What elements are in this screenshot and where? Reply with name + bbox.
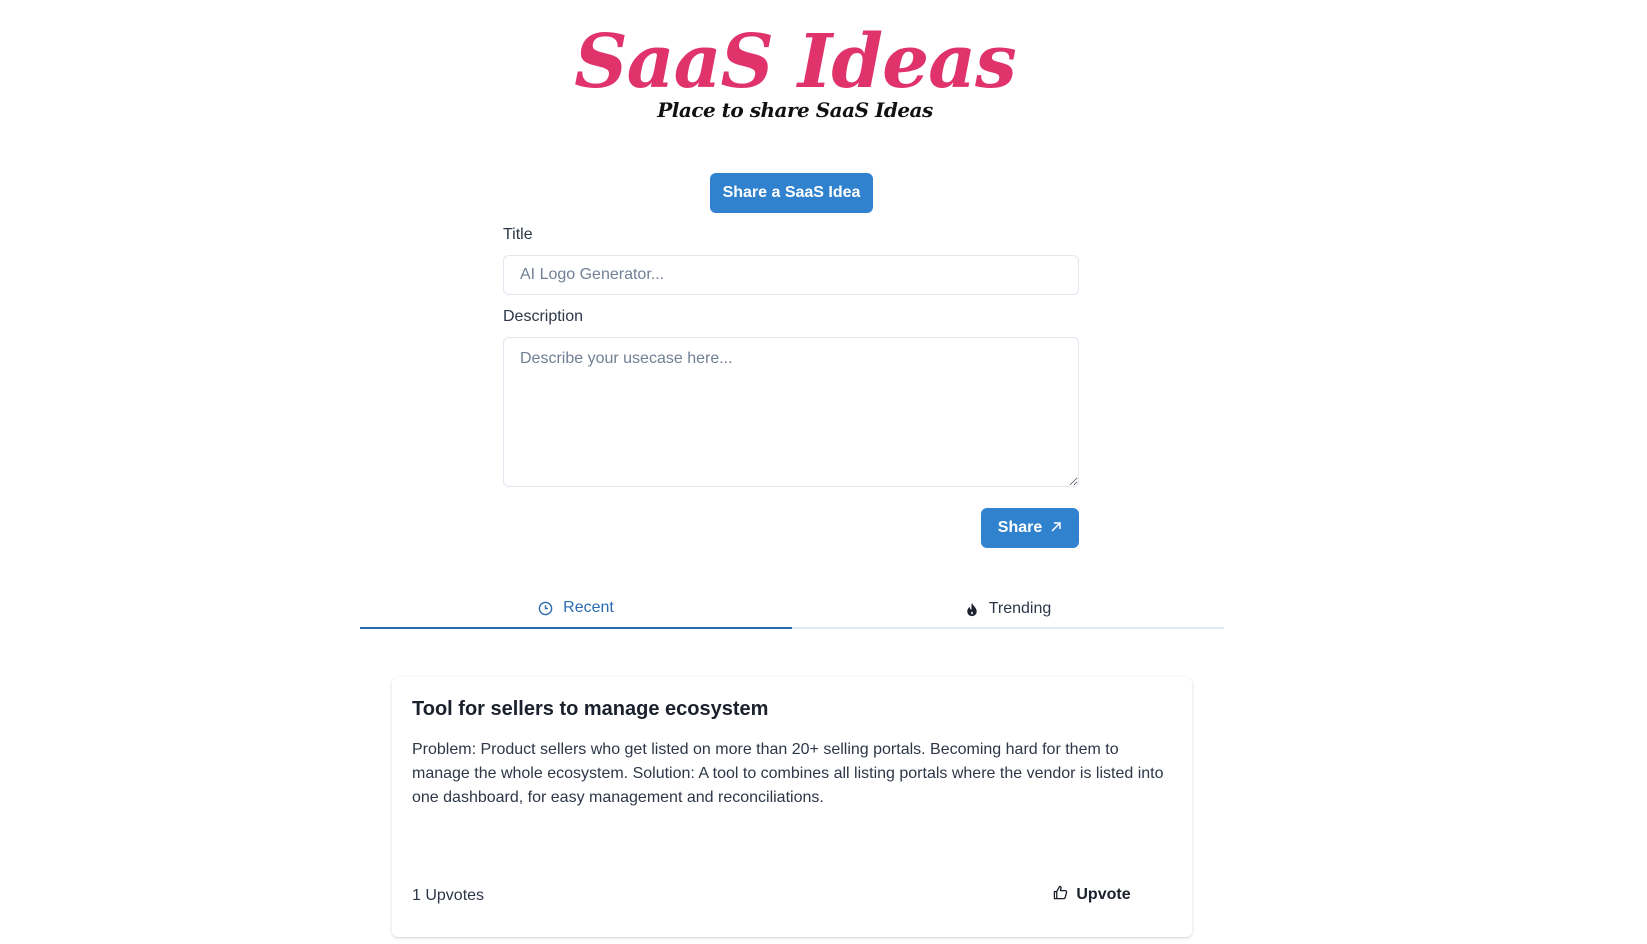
upvote-button[interactable]: Upvote [1032,877,1152,913]
tab-recent[interactable]: Recent [360,589,792,629]
tab-trending-label: Trending [988,600,1052,617]
upvote-count: 1 Upvotes [412,887,485,904]
idea-title: Tool for sellers to manage ecosystem [412,698,769,720]
description-input[interactable] [503,337,1079,487]
brand-subtitle: Place to share SaaS Ideas [657,98,933,122]
description-label: Description [503,308,584,325]
tab-trending[interactable]: Trending [792,589,1224,629]
brand-header: SaaS Ideas Place to share SaaS Ideas [0,22,1590,122]
title-input[interactable] [503,255,1079,295]
share-submit-button[interactable]: Share [981,508,1079,548]
share-idea-button[interactable]: Share a SaaS Idea [710,173,873,213]
idea-description: Problem: Product sellers who get listed … [412,741,1164,806]
flame-icon [965,602,979,617]
upvote-button-label: Upvote [1076,886,1131,903]
title-label: Title [503,226,533,243]
tab-recent-label: Recent [563,599,614,616]
arrow-up-right-icon [1050,520,1062,537]
idea-card: Tool for sellers to manage ecosystem Pro… [392,677,1192,937]
clock-icon [538,601,553,616]
brand-title: SaaS Ideas [574,19,1017,105]
share-submit-label: Share [997,519,1043,536]
idea-tabs: Recent Trending [360,589,1224,629]
thumbs-up-icon [1053,885,1068,905]
